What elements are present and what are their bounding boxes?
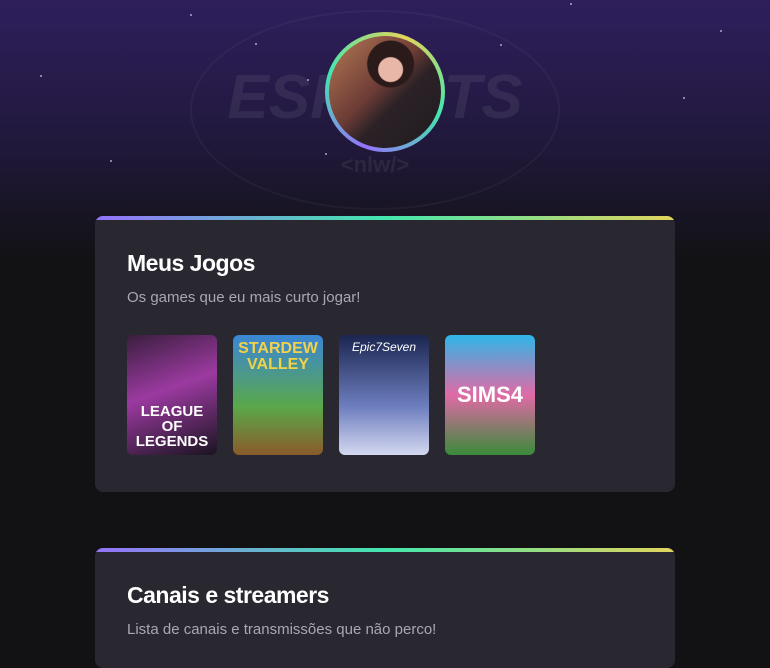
game-cover-epic-seven[interactable]: Epic7Seven [339, 335, 429, 455]
section-my-games: Meus Jogos Os games que eu mais curto jo… [95, 216, 675, 492]
game-cover-league-of-legends[interactable]: LEAGUE OF LEGENDS [127, 335, 217, 455]
games-list: LEAGUE OF LEGENDS STARDEW VALLEY Epic7Se… [127, 335, 643, 455]
section-subtitle: Lista de canais e transmissões que não p… [127, 621, 437, 638]
avatar-photo [329, 36, 441, 148]
section-subtitle: Os games que eu mais curto jogar! [127, 289, 361, 306]
section-channels: Canais e streamers Lista de canais e tra… [95, 548, 675, 668]
game-cover-stardew-valley[interactable]: STARDEW VALLEY [233, 335, 323, 455]
game-cover-sims-4[interactable]: SIMS4 [445, 335, 535, 455]
section-title: Canais e streamers [127, 582, 329, 608]
watermark-sub: <nlw/> [340, 152, 410, 177]
section-title: Meus Jogos [127, 250, 255, 276]
avatar [325, 32, 445, 152]
